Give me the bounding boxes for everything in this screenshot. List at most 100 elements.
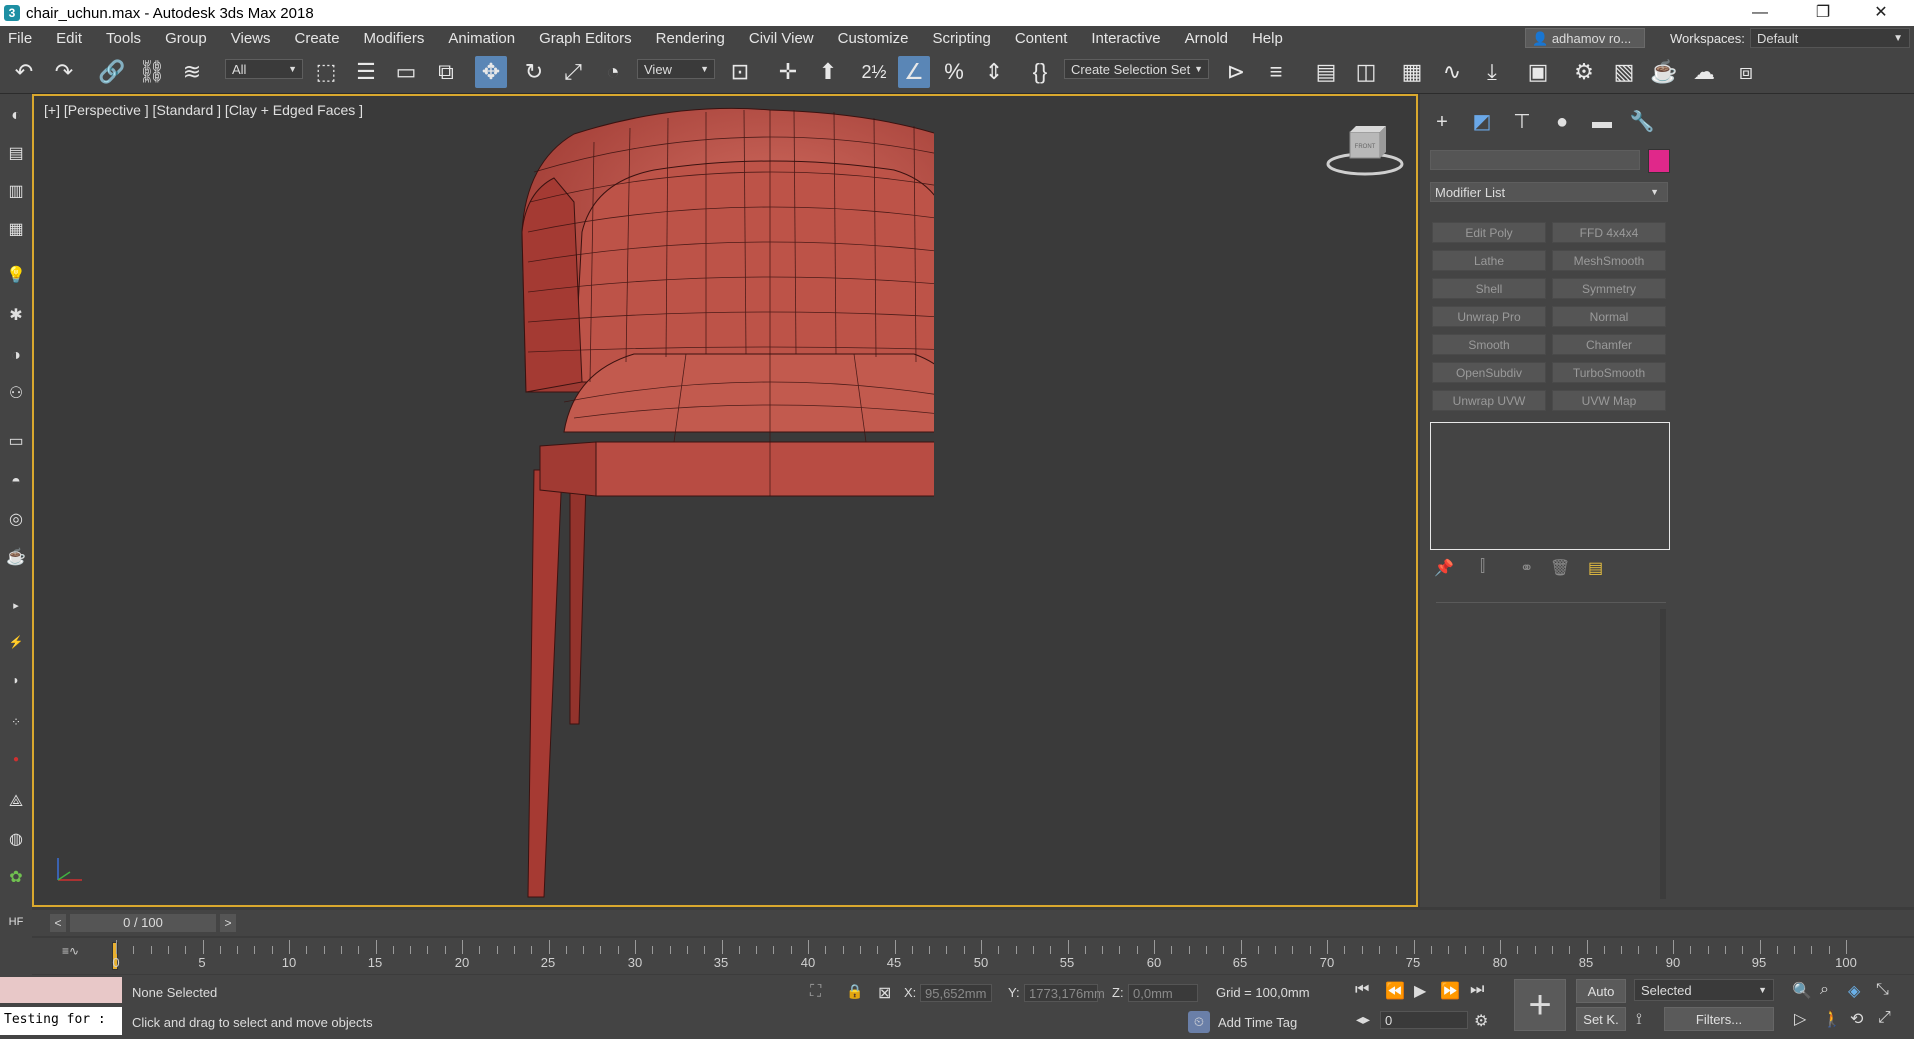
camera-icon[interactable]: ✱ (4, 304, 28, 328)
time-slider[interactable]: < 0 / 100 > (32, 910, 1914, 936)
panel-scrollbar[interactable] (1660, 609, 1666, 899)
display-tab-icon[interactable]: ▬ (1588, 108, 1616, 136)
menu-graph-editors[interactable]: Graph Editors (527, 26, 644, 51)
menu-views[interactable]: Views (219, 26, 283, 51)
field-of-view-icon[interactable]: ▷ (1794, 1009, 1806, 1029)
current-frame-spinner[interactable]: 0 (1380, 1011, 1468, 1029)
light-icon[interactable]: 💡 (4, 264, 28, 288)
perspective-viewport[interactable]: [+] [Perspective ] [Standard ] [Clay + E… (32, 94, 1418, 907)
zoom-all-icon[interactable]: ⌕ (1820, 981, 1829, 999)
restore-button[interactable]: ❐ (1800, 0, 1846, 26)
keyboard-shortcut-override-icon[interactable]: ✛ (772, 56, 804, 88)
remove-modifier-icon[interactable]: 🗑 (1550, 558, 1570, 578)
material-editor-icon[interactable]: ▣ (1522, 56, 1554, 88)
modify-tab-icon[interactable]: ◩ (1468, 108, 1496, 136)
select-by-name-icon[interactable]: ☰ (350, 56, 382, 88)
modifier-stack-list[interactable] (1430, 422, 1670, 550)
x-coordinate-field[interactable]: 95,652mm (920, 984, 992, 1002)
modifier-opensubdiv-button[interactable]: OpenSubdiv (1432, 362, 1546, 383)
viewport-layout-icon[interactable]: ◐ (4, 104, 28, 128)
menu-modifiers[interactable]: Modifiers (352, 26, 437, 51)
plant-icon[interactable]: ✿ (4, 866, 28, 890)
viewcube-icon[interactable]: FRONT (1322, 118, 1408, 180)
set-key-button[interactable]: Set K. (1576, 1007, 1626, 1031)
render-setup-icon[interactable]: ⚙ (1568, 56, 1600, 88)
menu-group[interactable]: Group (153, 26, 219, 51)
select-and-rotate-icon[interactable]: ↻ (518, 56, 550, 88)
z-coordinate-field[interactable]: 0,0mm (1128, 984, 1198, 1002)
go-to-end-icon[interactable]: ⏭ (1470, 981, 1484, 999)
viewport-label[interactable]: [+] [Perspective ] [Standard ] [Clay + E… (44, 102, 363, 118)
modifier-smooth-button[interactable]: Smooth (1432, 334, 1546, 355)
workspace-dropdown[interactable]: Default ▼ (1750, 28, 1910, 48)
menu-tools[interactable]: Tools (94, 26, 153, 51)
select-and-place-icon[interactable]: ◔ (597, 56, 629, 88)
zoom-extents-icon[interactable]: ◈ (1848, 981, 1860, 1001)
hierarchy-tab-icon[interactable]: ⊤ (1508, 108, 1536, 136)
helper-icon[interactable]: ◑ (4, 344, 28, 368)
select-and-move-icon[interactable]: ✥ (475, 56, 507, 88)
maximize-viewport-icon[interactable]: ⤢ (1878, 1009, 1891, 1027)
align-icon[interactable]: ≡ (1260, 56, 1292, 88)
pin-stack-icon[interactable]: 📌 (1434, 558, 1454, 578)
menu-file[interactable]: File (0, 26, 44, 51)
table-icon[interactable]: ▦ (4, 218, 28, 242)
modifier-lathe-button[interactable]: Lathe (1432, 250, 1546, 271)
pyramid-icon[interactable]: ⟁ (4, 790, 28, 814)
rectangular-selection-icon[interactable]: ▭ (390, 56, 422, 88)
modifier-meshsmooth-button[interactable]: MeshSmooth (1552, 250, 1666, 271)
auto-key-button[interactable]: Auto (1576, 979, 1626, 1003)
previous-key-icon[interactable]: ⏪ (1385, 981, 1405, 1001)
snaps-toggle-icon[interactable]: ⬆ (812, 56, 844, 88)
time-tag-icon[interactable]: ⏲ (1188, 1011, 1210, 1033)
spinner-snap-icon[interactable]: ⇕ (978, 56, 1010, 88)
isolate-selection-icon[interactable]: ⛶ (810, 983, 821, 1001)
select-object-icon[interactable]: ⬚ (310, 56, 342, 88)
modifier-shell-button[interactable]: Shell (1432, 278, 1546, 299)
redo-icon[interactable]: ↷ (48, 56, 80, 88)
menu-arnold[interactable]: Arnold (1173, 26, 1240, 51)
systems-icon[interactable]: ⚇ (4, 382, 28, 406)
lock-icon[interactable]: 🔒 (846, 983, 863, 1000)
globe-icon[interactable]: ◍ (4, 828, 28, 852)
hf-icon[interactable]: HF (4, 910, 28, 934)
maxscript-mini-listener[interactable]: Testing for : (0, 1007, 122, 1035)
link-icon[interactable]: 🔗 (96, 56, 128, 88)
torus-icon[interactable]: ◎ (4, 508, 28, 532)
unlink-icon[interactable]: ⛓ (136, 56, 168, 88)
curve-editor-icon[interactable]: ∿ (1436, 56, 1468, 88)
a360-gallery-icon[interactable]: ⧈ (1730, 56, 1762, 88)
percent-snap-icon[interactable]: % (938, 56, 970, 88)
key-filter-dropdown[interactable]: Selected ▼ (1634, 979, 1774, 1001)
show-end-result-icon[interactable]: ⫿ (1480, 558, 1485, 576)
layer-explorer-icon[interactable]: ◫ (1350, 56, 1382, 88)
key-mode-toggle-icon[interactable]: ⟟ (1636, 1011, 1642, 1029)
menu-help[interactable]: Help (1240, 26, 1295, 51)
undo-icon[interactable]: ↶ (8, 56, 40, 88)
motion-tab-icon[interactable]: ● (1548, 108, 1576, 136)
box-icon[interactable]: ▭ (4, 430, 28, 454)
go-to-start-icon[interactable]: ⏮ (1355, 981, 1369, 999)
scene-explorer-tab-icon[interactable]: ▤ (4, 142, 28, 166)
arrow-icon[interactable]: ▸ (4, 594, 28, 618)
user-account-dropdown[interactable]: 👤 adhamov ro... (1525, 28, 1645, 48)
select-and-scale-icon[interactable]: ⤢ (557, 56, 589, 88)
modifier-uvw-map-button[interactable]: UVW Map (1552, 390, 1666, 411)
mirror-icon[interactable]: ⊳ (1220, 56, 1252, 88)
menu-edit[interactable]: Edit (44, 26, 94, 51)
modifier-chamfer-button[interactable]: Chamfer (1552, 334, 1666, 355)
next-frame-button[interactable]: > (220, 914, 236, 932)
scene-explorer-icon[interactable]: ▤ (1310, 56, 1342, 88)
sphere-icon[interactable]: ◓ (4, 470, 28, 494)
render-production-icon[interactable]: ☕ (1648, 56, 1680, 88)
zoom-extents-all-icon[interactable]: ⤡ (1876, 981, 1889, 999)
teapot-icon[interactable]: ☕ (4, 546, 28, 570)
modifier-normal-button[interactable]: Normal (1552, 306, 1666, 327)
play-icon[interactable]: ▶ (1414, 981, 1426, 1001)
bind-space-warp-icon[interactable]: ≋ (176, 56, 208, 88)
prev-frame-button[interactable]: < (50, 914, 66, 932)
next-key-icon[interactable]: ⏩ (1440, 981, 1460, 1001)
toggle-ribbon-icon[interactable]: ▦ (1396, 56, 1428, 88)
half-circle-icon[interactable]: ◗ (4, 668, 28, 692)
object-color-swatch[interactable] (1648, 149, 1670, 173)
